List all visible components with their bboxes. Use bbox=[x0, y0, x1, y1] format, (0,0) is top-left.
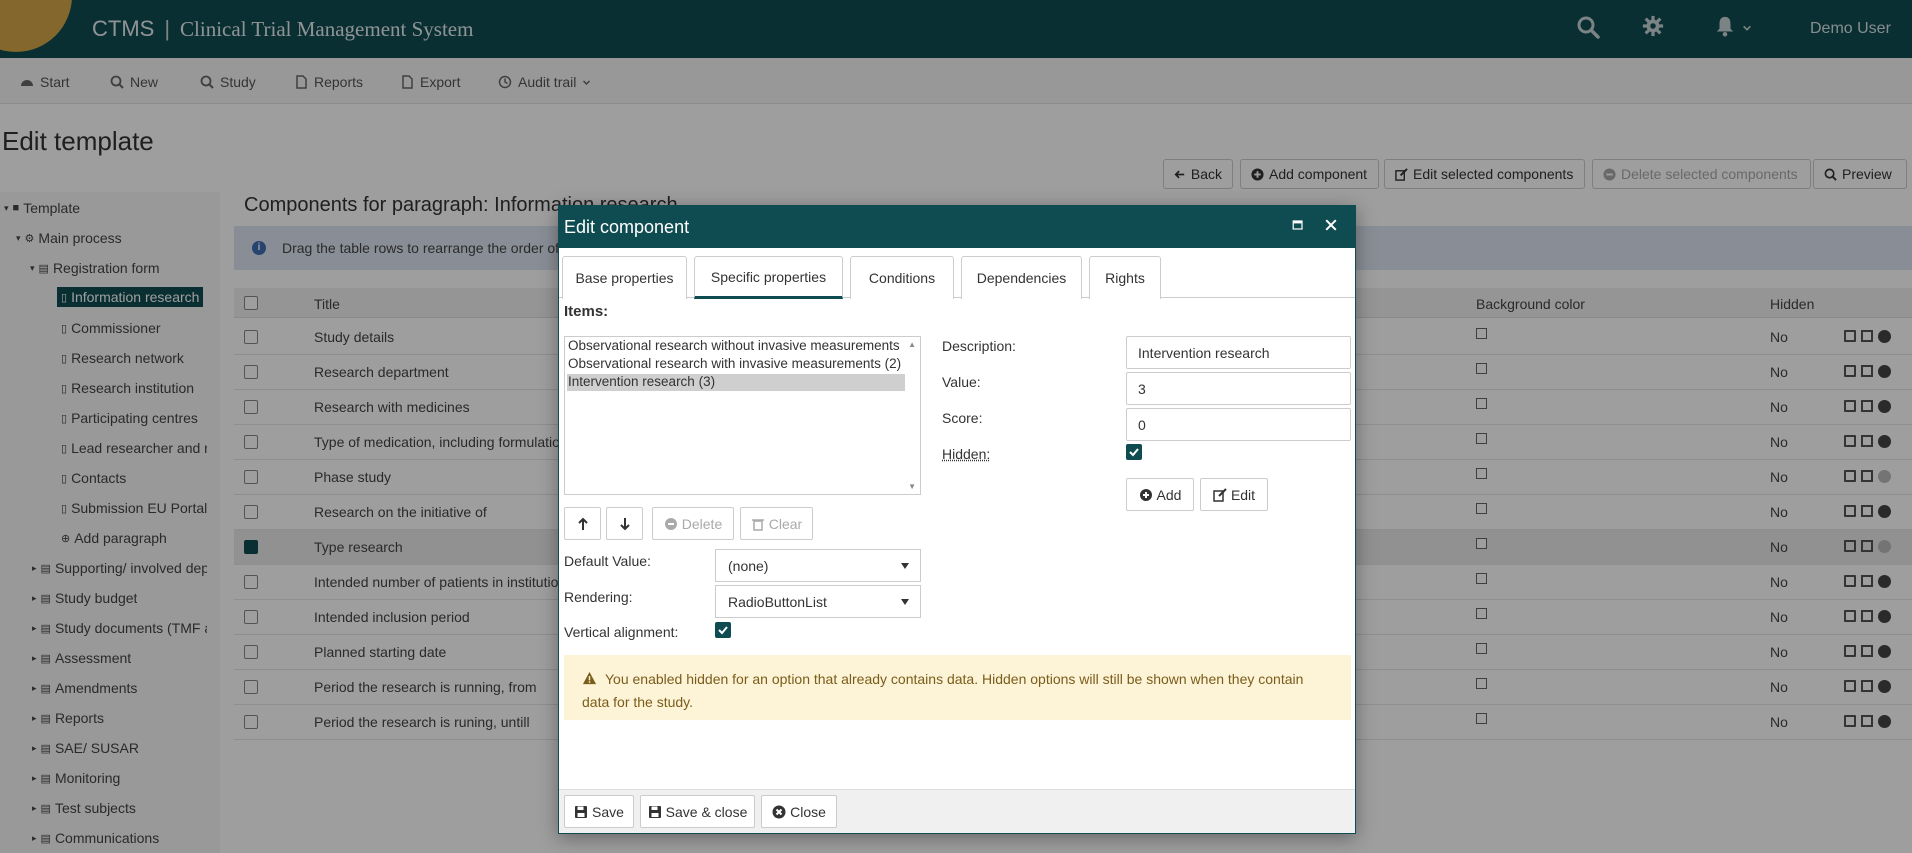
add-item-label: Add bbox=[1156, 486, 1182, 503]
edit-item-label: Edit bbox=[1230, 486, 1256, 503]
rendering-text: RadioButtonList bbox=[728, 594, 827, 610]
dialog-header: Edit component bbox=[559, 206, 1355, 248]
rendering-select[interactable]: RadioButtonList bbox=[715, 585, 921, 618]
default-value-text: (none) bbox=[728, 558, 769, 574]
score-label: Score: bbox=[942, 410, 983, 426]
default-value-select[interactable]: (none) bbox=[715, 549, 921, 582]
description-label: Description: bbox=[942, 338, 1016, 354]
list-item[interactable]: Intervention research (3) bbox=[567, 374, 905, 391]
description-field[interactable]: Intervention research bbox=[1126, 336, 1351, 369]
check-icon bbox=[718, 626, 728, 635]
trash-icon bbox=[751, 518, 764, 531]
save-and-close-button[interactable]: Save & close bbox=[640, 795, 755, 828]
scroll-down-icon[interactable]: ▼ bbox=[908, 482, 916, 491]
add-item-button[interactable]: Add bbox=[1126, 478, 1194, 511]
list-item[interactable]: Observational research with invasive mea… bbox=[567, 356, 905, 373]
tab-conditions[interactable]: Conditions bbox=[850, 256, 954, 299]
dialog-title: Edit component bbox=[564, 216, 690, 237]
delete-item-label: Delete bbox=[681, 515, 723, 532]
clear-button[interactable]: Clear bbox=[740, 507, 813, 540]
score-field[interactable]: 0 bbox=[1126, 408, 1351, 441]
rendering-label: Rendering: bbox=[564, 589, 633, 605]
value-field[interactable]: 3 bbox=[1126, 372, 1351, 405]
hidden-checkbox[interactable] bbox=[1126, 444, 1142, 460]
edit-item-button[interactable]: Edit bbox=[1200, 478, 1268, 511]
arrow-down-icon bbox=[619, 517, 630, 530]
arrow-up-icon bbox=[577, 517, 588, 530]
warning-icon bbox=[582, 671, 599, 692]
value-label: Value: bbox=[942, 374, 981, 390]
floppy-icon bbox=[648, 805, 661, 818]
list-item[interactable]: Observational research without invasive … bbox=[567, 338, 905, 355]
vertical-alignment-checkbox[interactable] bbox=[715, 622, 731, 638]
scroll-up-icon[interactable]: ▲ bbox=[908, 340, 916, 349]
tab-specific-properties[interactable]: Specific properties bbox=[694, 256, 843, 299]
items-listbox[interactable]: Observational research without invasive … bbox=[564, 336, 921, 495]
dialog-footer: Save Save & close Close bbox=[559, 789, 1355, 833]
close-label: Close bbox=[790, 803, 826, 820]
warning-text: You enabled hidden for an option that al… bbox=[582, 671, 1304, 710]
hidden-data-warning: You enabled hidden for an option that al… bbox=[564, 655, 1351, 720]
minus-circle-icon bbox=[664, 517, 677, 530]
items-label: Items: bbox=[564, 303, 609, 320]
close-button[interactable]: Close bbox=[761, 795, 837, 828]
plus-circle-icon bbox=[1139, 488, 1152, 501]
edit-icon bbox=[1213, 487, 1227, 502]
clear-label: Clear bbox=[768, 515, 803, 532]
dialog-tabs: Base properties Specific properties Cond… bbox=[559, 248, 1355, 299]
tab-rights[interactable]: Rights bbox=[1089, 256, 1161, 299]
floppy-icon bbox=[575, 805, 588, 818]
default-value-label: Default Value: bbox=[564, 553, 651, 569]
save-button[interactable]: Save bbox=[564, 795, 634, 828]
maximize-icon[interactable] bbox=[1290, 217, 1310, 237]
move-up-button[interactable] bbox=[564, 507, 601, 540]
tab-base-properties[interactable]: Base properties bbox=[562, 256, 687, 299]
caret-down-icon bbox=[901, 563, 909, 569]
times-circle-icon bbox=[772, 805, 786, 818]
tab-dependencies[interactable]: Dependencies bbox=[961, 256, 1082, 299]
hidden-label: Hidden: bbox=[942, 446, 991, 462]
caret-down-icon bbox=[901, 599, 909, 605]
vertical-alignment-label: Vertical alignment: bbox=[564, 624, 679, 640]
check-icon bbox=[1129, 448, 1139, 457]
save-close-label: Save & close bbox=[665, 803, 748, 820]
save-label: Save bbox=[592, 803, 624, 820]
delete-item-button[interactable]: Delete bbox=[652, 507, 734, 540]
move-down-button[interactable] bbox=[606, 507, 643, 540]
close-icon[interactable] bbox=[1323, 217, 1343, 237]
edit-component-dialog: Edit component Base properties Specific … bbox=[558, 205, 1356, 834]
